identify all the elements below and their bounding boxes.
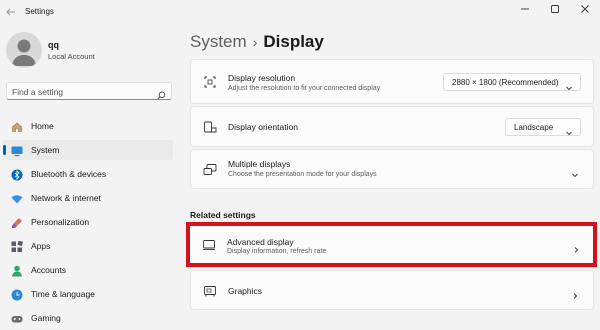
user-name: qq — [48, 40, 59, 50]
page-title: Display — [263, 32, 324, 51]
highlight-box — [186, 222, 597, 267]
card-subtitle: Choose the presentation mode for your di… — [228, 171, 377, 178]
bluetooth-icon — [11, 168, 23, 181]
related-settings-heading: Related settings — [190, 210, 256, 220]
selection-indicator — [3, 145, 6, 155]
resolution-dropdown[interactable]: 2880 × 1800 (Recommended) — [443, 73, 581, 91]
dropdown-value: Landscape — [514, 123, 554, 132]
breadcrumb: System › Display — [190, 32, 324, 52]
apps-icon — [11, 240, 23, 252]
card-title: Graphics — [228, 286, 263, 296]
sidebar-item-time-language[interactable]: Time & language — [3, 284, 173, 304]
chevron-down-icon — [565, 124, 573, 142]
title-bar: Settings — [0, 0, 600, 24]
search-input[interactable]: Find a setting — [6, 82, 172, 100]
minimize-button[interactable] — [510, 0, 540, 20]
graphics-card[interactable]: Graphics — [190, 270, 594, 310]
sidebar-item-home[interactable]: Home — [3, 116, 173, 136]
breadcrumb-separator: › — [252, 34, 258, 50]
close-button[interactable] — [570, 0, 600, 20]
user-profile[interactable]: qq Local Account — [6, 32, 176, 72]
sidebar-item-label: Accounts — [31, 265, 66, 275]
sidebar-item-network[interactable]: Network & internet — [3, 188, 173, 208]
sidebar-item-bluetooth[interactable]: Bluetooth & devices — [3, 164, 173, 184]
gamepad-icon — [11, 312, 23, 324]
orientation-icon — [203, 120, 217, 134]
resolution-icon — [203, 75, 217, 89]
card-title: Display resolution — [228, 73, 296, 83]
wifi-icon — [11, 192, 23, 204]
sidebar-item-label: Network & internet — [31, 193, 101, 203]
chevron-down-icon — [565, 79, 573, 97]
display-resolution-card: Display resolution Adjust the resolution… — [190, 59, 594, 104]
sidebar-item-apps[interactable]: Apps — [3, 236, 173, 256]
back-arrow-icon[interactable] — [4, 5, 18, 19]
person-icon — [11, 264, 23, 277]
maximize-button[interactable] — [540, 0, 570, 20]
card-subtitle: Adjust the resolution to fit your connec… — [228, 85, 381, 92]
dropdown-value: 2880 × 1800 (Recommended) — [452, 78, 559, 87]
chevron-right-icon — [571, 287, 579, 299]
sidebar-item-personalization[interactable]: Personalization — [3, 212, 173, 232]
sidebar-item-system[interactable]: System — [3, 140, 173, 160]
chevron-down-icon[interactable] — [571, 166, 579, 178]
orientation-dropdown[interactable]: Landscape — [505, 118, 581, 136]
globe-clock-icon — [11, 288, 23, 301]
multiple-displays-icon — [203, 163, 217, 177]
graphics-card-icon — [203, 284, 217, 298]
multiple-displays-card[interactable]: Multiple displays Choose the presentatio… — [190, 149, 594, 189]
monitor-icon — [11, 144, 23, 157]
sidebar-item-label: Apps — [31, 241, 51, 251]
sidebar-item-label: Bluetooth & devices — [31, 169, 107, 179]
sidebar-item-label: System — [31, 145, 60, 155]
search-placeholder: Find a setting — [12, 87, 64, 97]
sidebar-item-label: Time & language — [31, 289, 95, 299]
sidebar-item-gaming[interactable]: Gaming — [3, 308, 173, 328]
brush-icon — [11, 216, 23, 228]
breadcrumb-parent[interactable]: System — [190, 32, 247, 51]
sidebar-item-label: Gaming — [31, 313, 61, 323]
app-title: Settings — [25, 7, 54, 16]
sidebar-item-label: Personalization — [31, 217, 90, 227]
search-icon[interactable] — [157, 87, 166, 105]
home-icon — [11, 120, 23, 132]
sidebar-item-label: Home — [31, 121, 54, 131]
card-title: Display orientation — [228, 122, 298, 132]
sidebar-item-accounts[interactable]: Accounts — [3, 260, 173, 280]
card-title: Multiple displays — [228, 159, 291, 169]
display-orientation-card: Display orientation Landscape — [190, 106, 594, 147]
avatar — [6, 32, 42, 68]
account-type: Local Account — [48, 52, 95, 61]
